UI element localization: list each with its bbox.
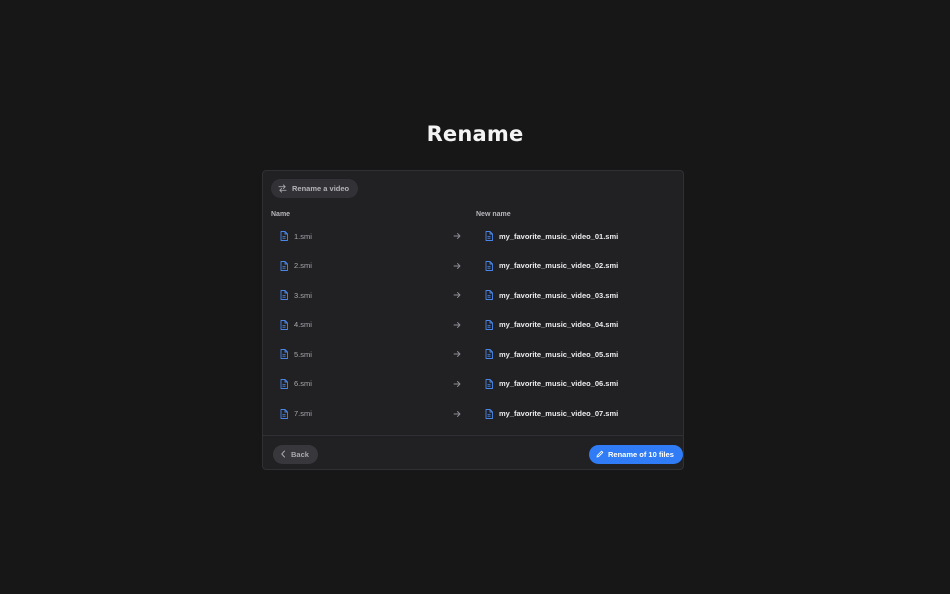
old-file-name: 6.smi (280, 379, 312, 389)
old-file-name-text: 2.smi (294, 261, 312, 271)
file-icon (485, 231, 493, 241)
file-icon (485, 408, 493, 419)
file-icon (485, 290, 493, 301)
file-icon (280, 231, 288, 241)
file-icon (485, 379, 493, 389)
file-icon (485, 349, 493, 360)
file-row: 7.smi my_favorite_music_video_07.smi (263, 400, 683, 430)
file-icon (280, 290, 288, 301)
panel-footer: Back Rename of 10 files (263, 435, 683, 469)
new-file-name: my_favorite_music_video_07.smi (485, 408, 619, 419)
rename-mode-button[interactable]: Rename a video (271, 179, 359, 198)
new-file-name-text: my_favorite_music_video_02.smi (499, 261, 619, 271)
file-list: 1.smi my_favorite_music_video_01.smi 2.s… (263, 222, 683, 429)
old-file-name-text: 4.smi (294, 320, 312, 330)
arrow-right-icon (453, 351, 461, 358)
file-row: 6.smi my_favorite_music_video_06.smi (263, 370, 683, 400)
file-row: 5.smi my_favorite_music_video_05.smi (263, 340, 683, 370)
old-file-name: 7.smi (280, 408, 312, 419)
new-file-name-text: my_favorite_music_video_05.smi (499, 349, 619, 359)
arrow-right-icon (453, 292, 461, 299)
back-button-label: Back (291, 450, 309, 459)
page-title: Rename (426, 122, 524, 146)
new-file-name-text: my_favorite_music_video_04.smi (499, 320, 619, 330)
swap-arrows-icon (278, 184, 287, 193)
chevron-left-icon (280, 450, 287, 460)
old-file-name-text: 3.smi (294, 290, 312, 300)
new-file-name: my_favorite_music_video_05.smi (485, 349, 619, 360)
new-file-name-text: my_favorite_music_video_01.smi (499, 231, 619, 241)
old-file-name: 1.smi (280, 231, 312, 241)
rename-files-label: Rename of 10 files (608, 450, 674, 459)
new-file-name-text: my_favorite_music_video_07.smi (499, 409, 619, 419)
file-icon (280, 260, 288, 271)
file-row: 4.smi my_favorite_music_video_04.smi (263, 311, 683, 341)
file-icon (485, 319, 493, 330)
arrow-right-icon (453, 381, 461, 387)
column-header-new-name: New name (476, 211, 511, 218)
new-file-name: my_favorite_music_video_03.smi (485, 290, 619, 301)
arrow-right-icon (453, 233, 461, 239)
old-file-name-text: 1.smi (294, 231, 312, 241)
new-file-name: my_favorite_music_video_01.smi (485, 231, 618, 241)
file-row: 3.smi my_favorite_music_video_03.smi (263, 281, 683, 311)
column-header-name: Name (271, 211, 291, 218)
old-file-name-text: 7.smi (294, 409, 312, 419)
arrow-right-icon (453, 410, 461, 417)
file-row: 1.smi my_favorite_music_video_01.smi (263, 222, 683, 252)
file-icon (280, 319, 288, 330)
new-file-name-text: my_favorite_music_video_03.smi (499, 290, 619, 300)
old-file-name-text: 6.smi (294, 379, 312, 389)
rename-mode-label: Rename a video (292, 184, 350, 193)
back-button[interactable]: Back (273, 445, 318, 464)
file-icon (280, 408, 288, 419)
file-icon (280, 349, 288, 360)
file-icon (280, 379, 288, 389)
old-file-name: 2.smi (280, 260, 312, 271)
file-row: 2.smi my_favorite_music_video_02.smi (263, 252, 683, 282)
arrow-right-icon (453, 321, 461, 328)
arrow-right-icon (453, 262, 461, 269)
old-file-name: 3.smi (280, 290, 312, 301)
file-icon (485, 260, 493, 271)
old-file-name: 4.smi (280, 319, 312, 330)
new-file-name: my_favorite_music_video_04.smi (485, 319, 619, 330)
new-file-name: my_favorite_music_video_06.smi (485, 379, 618, 389)
new-file-name-text: my_favorite_music_video_06.smi (499, 379, 619, 389)
rename-files-button[interactable]: Rename of 10 files (589, 445, 683, 464)
rename-panel: Rename a video Name New name 1.smi my_fa… (262, 170, 684, 470)
old-file-name: 5.smi (280, 349, 312, 360)
pencil-icon (596, 450, 604, 460)
old-file-name-text: 5.smi (294, 349, 312, 359)
new-file-name: my_favorite_music_video_02.smi (485, 260, 619, 271)
